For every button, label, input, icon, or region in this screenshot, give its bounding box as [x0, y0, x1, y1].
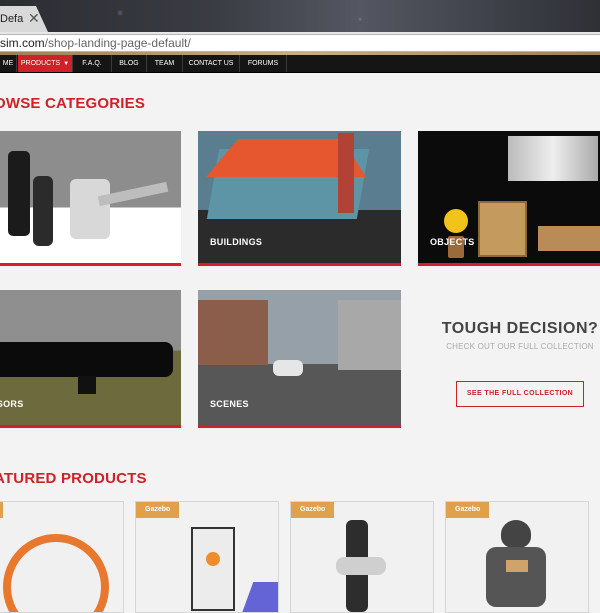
url-input[interactable]: sim.com/shop-landing-page-default/: [0, 34, 600, 52]
category-tile-objects[interactable]: OBJECTS: [418, 131, 600, 266]
tile-label: BUILDINGS: [210, 237, 263, 247]
flower-image: [444, 209, 468, 233]
table-image: [538, 226, 600, 251]
product-detail: [238, 582, 278, 612]
robot-image: [70, 179, 110, 239]
nav-forums[interactable]: FORUMS: [240, 55, 287, 72]
chimney-image: [338, 133, 354, 213]
box-image: [478, 201, 527, 257]
main-nav: ME PRODUCTS ▼ F.A.Q. BLOG TEAM CONTACT US…: [0, 55, 600, 73]
sensor-stand-image: [78, 376, 96, 394]
product-card[interactable]: Gazebo: [290, 501, 434, 613]
product-detail: [506, 560, 528, 572]
category-tile-sensors[interactable]: NSORS: [0, 290, 181, 428]
product-detail: [336, 557, 386, 575]
product-image: [486, 547, 546, 607]
product-image: [3, 534, 109, 612]
category-tile-scenes[interactable]: SCENES: [198, 290, 401, 428]
tile-label: NSORS: [0, 399, 24, 409]
nav-contact[interactable]: CONTACT US: [183, 55, 240, 72]
product-card[interactable]: Gazebo: [445, 501, 589, 613]
product-badge: Gazebo: [446, 502, 490, 518]
product-badge: Gazebo: [136, 502, 180, 518]
see-full-collection-button[interactable]: SEE THE FULL COLLECTION: [456, 381, 584, 407]
sensor-image: [0, 342, 173, 377]
url-text: sim.com/shop-landing-page-default/: [0, 36, 191, 50]
building-image: [198, 300, 268, 365]
building-image: [338, 300, 401, 370]
product-badge: Gazebo: [291, 502, 335, 518]
product-badge: o: [0, 502, 4, 518]
category-tile-robots[interactable]: OBOTS: [0, 131, 181, 266]
category-tile-buildings[interactable]: BUILDINGS: [198, 131, 401, 266]
nav-products[interactable]: PRODUCTS ▼: [18, 55, 73, 72]
cta-block: TOUGH DECISION? CHECK OUT OUR FULL COLLE…: [430, 320, 600, 351]
url-host: sim.com: [0, 36, 45, 50]
close-icon[interactable]: ✕: [28, 10, 40, 27]
product-image: [191, 527, 235, 611]
nav-products-label: PRODUCTS: [20, 60, 61, 67]
city-image: [508, 136, 598, 181]
chevron-down-icon: ▼: [63, 61, 70, 67]
tab-title: Defa: [0, 13, 24, 25]
tile-label: SCENES: [210, 399, 249, 409]
robot-image: [8, 151, 30, 236]
vehicle-image: [273, 360, 303, 376]
cta-title: TOUGH DECISION?: [441, 320, 599, 337]
tile-label: OBJECTS: [430, 237, 475, 247]
section-title-featured: ATURED PRODUCTS: [0, 470, 147, 487]
section-title-categories: OWSE CATEGORIES: [0, 95, 146, 112]
url-path: /shop-landing-page-default/: [44, 36, 191, 50]
product-image: [501, 520, 531, 548]
browser-tab-bar: Defa ✕: [0, 0, 600, 32]
product-detail: [206, 552, 220, 566]
nav-blog[interactable]: BLOG: [112, 55, 147, 72]
product-card[interactable]: Gazebo: [135, 501, 279, 613]
nav-faq[interactable]: F.A.Q.: [73, 55, 112, 72]
browser-tab[interactable]: Defa ✕: [0, 6, 48, 32]
cta-subtitle: CHECK OUT OUR FULL COLLECTION: [446, 342, 594, 351]
nav-team[interactable]: TEAM: [147, 55, 183, 72]
tile-label: OBOTS: [0, 237, 24, 247]
robot-image: [33, 176, 53, 246]
address-bar: sim.com/shop-landing-page-default/: [0, 32, 600, 53]
product-card[interactable]: o: [0, 501, 124, 613]
nav-home[interactable]: ME: [0, 55, 17, 72]
